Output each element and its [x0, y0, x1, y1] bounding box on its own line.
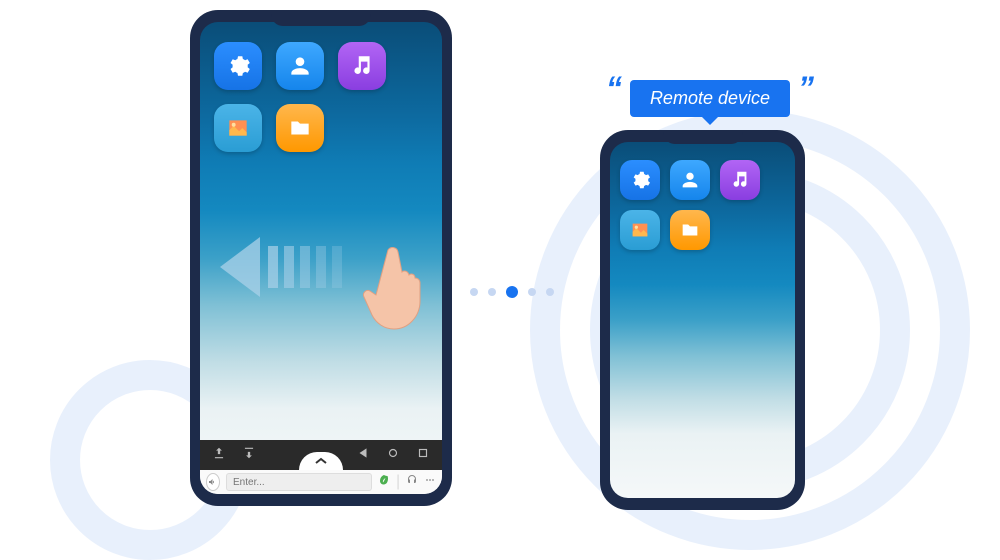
- swipe-arrow-icon: [220, 232, 380, 302]
- callout-bubble: Remote device: [630, 80, 790, 117]
- leaf-icon: [378, 474, 390, 486]
- headset-button[interactable]: [406, 473, 418, 491]
- remote-screen: [610, 142, 795, 498]
- remote-device-callout: “ Remote device ”: [598, 80, 822, 117]
- gallery-app-icon[interactable]: [214, 104, 262, 152]
- remote-device: [600, 130, 805, 510]
- home-button[interactable]: [386, 446, 400, 465]
- more-button[interactable]: [424, 473, 436, 491]
- app-grid: [610, 142, 795, 268]
- divider: |: [396, 473, 400, 491]
- settings-app-icon[interactable]: [214, 42, 262, 90]
- swipe-left-gesture: [220, 222, 420, 312]
- contacts-app-icon[interactable]: [276, 42, 324, 90]
- hand-icon: [360, 242, 430, 332]
- contacts-app-icon[interactable]: [670, 160, 710, 200]
- chat-input[interactable]: [226, 473, 372, 491]
- callout-label: Remote device: [650, 88, 770, 108]
- notch: [663, 130, 743, 144]
- music-app-icon[interactable]: [338, 42, 386, 90]
- headset-icon: [406, 474, 418, 486]
- chat-input-bar: |: [200, 470, 442, 494]
- volume-icon: [207, 476, 219, 488]
- gallery-app-icon[interactable]: [620, 210, 660, 250]
- quote-close: ”: [790, 80, 822, 96]
- recent-button[interactable]: [416, 446, 430, 465]
- files-app-icon[interactable]: [670, 210, 710, 250]
- quote-open: “: [598, 80, 630, 96]
- settings-app-icon[interactable]: [620, 160, 660, 200]
- files-app-icon[interactable]: [276, 104, 324, 152]
- back-button[interactable]: [356, 446, 370, 465]
- eco-button[interactable]: [378, 473, 390, 491]
- chevron-up-icon: [315, 457, 327, 465]
- music-app-icon[interactable]: [720, 160, 760, 200]
- app-grid: [200, 22, 442, 172]
- more-icon: [424, 474, 436, 486]
- connection-dots: [470, 286, 554, 298]
- local-device: |: [190, 10, 452, 506]
- notch: [271, 10, 371, 26]
- local-screen[interactable]: |: [200, 22, 442, 494]
- volume-button[interactable]: [206, 473, 220, 491]
- download-button[interactable]: [242, 446, 256, 465]
- upload-button[interactable]: [212, 446, 226, 465]
